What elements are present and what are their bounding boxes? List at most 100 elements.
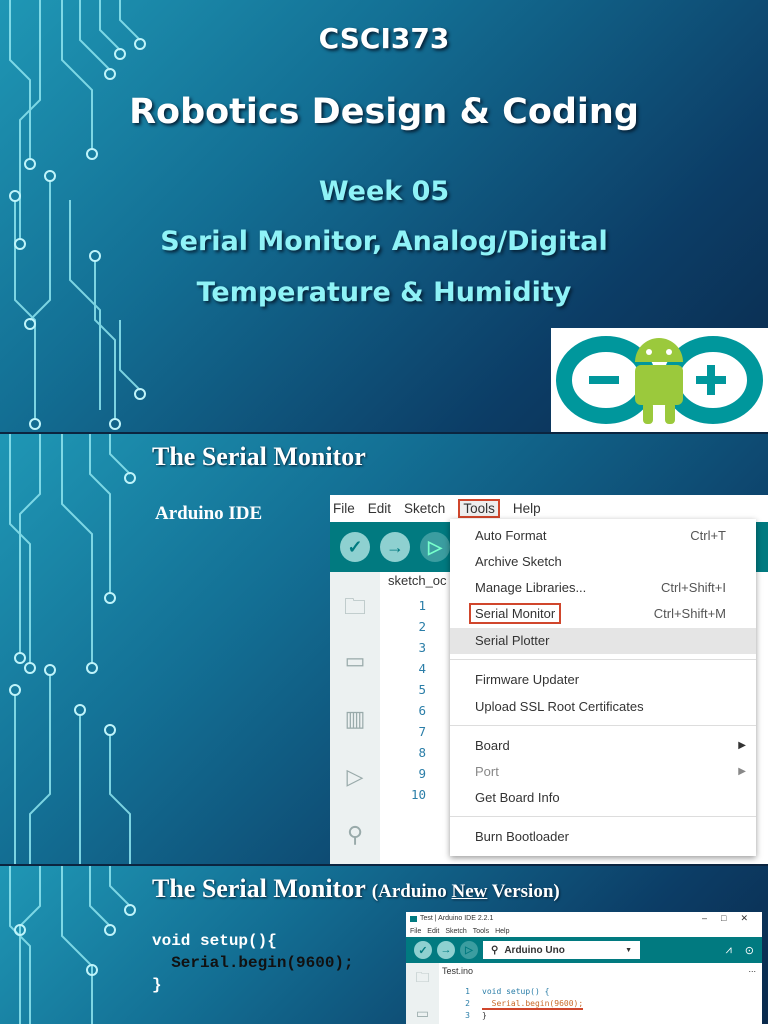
folder-icon[interactable]: 🗀 — [330, 590, 380, 630]
boards-icon[interactable]: ▭ — [330, 648, 380, 688]
menu-tools[interactable]: Tools — [473, 928, 489, 935]
title-slide: CSCI373 Robotics Design & Coding Week 05… — [0, 0, 768, 432]
verify-button[interactable]: ✓ — [340, 532, 370, 562]
menu-item-archive-sketch[interactable]: Archive Sketch — [450, 549, 756, 575]
menu-item-label: Auto Format — [475, 528, 547, 543]
shortcut: Ctrl+T — [690, 528, 726, 543]
menu-item-port[interactable]: Port ▶ — [450, 759, 756, 785]
menu-separator — [450, 725, 756, 726]
circuit-traces-decoration — [9, 434, 136, 864]
circuit-traces-decoration — [9, 866, 136, 1024]
arduino-ide-label: Arduino IDE — [155, 503, 263, 524]
arduino-android-logo — [551, 328, 768, 432]
tools-dropdown-menu: Auto Format Ctrl+T Archive Sketch Manage … — [450, 519, 756, 856]
menu-item-label: Firmware Updater — [475, 672, 580, 687]
submenu-arrow-icon: ▶ — [738, 766, 746, 777]
course-title: Robotics Design & Coding — [129, 92, 639, 132]
code-line: 2 Serial.begin(9600); — [465, 999, 584, 1010]
title-pre: (Arduino — [371, 881, 452, 902]
window-title: Test | Arduino IDE 2.2.1 — [420, 915, 494, 922]
debug-button[interactable]: ▷ — [460, 941, 478, 959]
menu-separator — [450, 816, 756, 817]
code-line: 1 void setup() { — [465, 987, 550, 996]
code-sample: void setup(){ Serial.begin(9600);} — [152, 930, 354, 996]
menu-item-serial-plotter[interactable]: Serial Plotter — [450, 628, 756, 654]
sketch-tab[interactable]: sketch_oc — [388, 573, 447, 588]
title-post: Version) — [487, 881, 560, 902]
submenu-arrow-icon: ▶ — [738, 740, 746, 751]
menu-separator — [450, 659, 756, 660]
board-name: Arduino Uno — [504, 944, 565, 956]
toolbar: ✓ → ▷ ⚲ Arduino Uno ▼ ⩘ ⊙ — [406, 937, 762, 963]
course-code: CSCI373 — [318, 22, 450, 55]
title-suffix: (Arduino New Version) — [372, 881, 560, 902]
library-icon[interactable]: ▥ — [330, 706, 380, 746]
more-options-button[interactable]: ... — [748, 964, 756, 974]
file-tab[interactable]: Test.ino — [442, 966, 473, 976]
subtitle-line-2: Temperature & Humidity — [196, 277, 572, 308]
menu-item-label: Serial Monitor — [469, 603, 562, 624]
menu-sketch[interactable]: Sketch — [445, 928, 466, 935]
menu-item-label: Port — [475, 764, 499, 779]
chevron-down-icon: ▼ — [625, 946, 632, 954]
menu-item-board[interactable]: Board ▶ — [450, 733, 756, 759]
menu-item-label: Manage Libraries... — [475, 580, 587, 595]
menu-bar: File Edit Sketch Tools Help — [406, 925, 762, 937]
menu-item-serial-monitor[interactable]: Serial Monitor Ctrl+Shift+M — [450, 601, 756, 627]
slide-title: The Serial Monitor (Arduino New Version) — [152, 874, 560, 904]
code-line: Serial.begin(9600); — [152, 954, 354, 972]
sidebar: 🗀 ▭ — [406, 963, 439, 1024]
menu-bar: File Edit Sketch Tools Help — [330, 495, 768, 522]
shortcut: Ctrl+Shift+M — [653, 606, 726, 621]
menu-item-label: Burn Bootloader — [475, 829, 569, 844]
menu-tools[interactable]: Tools — [458, 499, 500, 518]
menu-item-label: Upload SSL Root Certificates — [475, 699, 644, 714]
menu-item-label: Get Board Info — [475, 790, 560, 805]
search-icon[interactable]: ⚲ — [330, 822, 380, 862]
menu-sketch[interactable]: Sketch — [404, 501, 445, 516]
board-selector[interactable]: ⚲ Arduino Uno ▼ — [483, 941, 640, 959]
menu-edit[interactable]: Edit — [368, 501, 391, 516]
slide-title: The Serial Monitor — [152, 442, 366, 471]
upload-button[interactable]: → — [437, 941, 455, 959]
menu-help[interactable]: Help — [495, 928, 509, 935]
title-main: The Serial Monitor — [152, 874, 366, 903]
shortcut: Ctrl+Shift+I — [660, 580, 726, 595]
menu-item-get-board-info[interactable]: Get Board Info — [450, 785, 756, 811]
code-line: void setup(){ — [152, 932, 277, 950]
serial-plotter-icon[interactable]: ⩘ — [726, 944, 732, 957]
menu-item-upload-ssl[interactable]: Upload SSL Root Certificates — [450, 694, 756, 720]
title-new: New — [451, 881, 488, 902]
menu-item-firmware-updater[interactable]: Firmware Updater — [450, 667, 756, 693]
menu-item-label: Board — [475, 738, 510, 753]
line-numbers: 1 2 3 4 5 6 7 8 9 10 — [410, 598, 426, 802]
menu-edit[interactable]: Edit — [427, 928, 439, 935]
menu-file[interactable]: File — [333, 501, 355, 516]
arduino-ide-2-screenshot: Test | Arduino IDE 2.2.1 –□✕ File Edit Ske… — [406, 912, 762, 1024]
upload-button[interactable]: → — [380, 532, 410, 562]
menu-item-auto-format[interactable]: Auto Format Ctrl+T — [450, 523, 756, 549]
boards-icon[interactable]: ▭ — [406, 1005, 439, 1022]
menu-item-burn-bootloader[interactable]: Burn Bootloader — [450, 824, 756, 850]
menu-help[interactable]: Help — [513, 501, 541, 516]
menu-item-manage-libraries[interactable]: Manage Libraries... Ctrl+Shift+I — [450, 575, 756, 601]
week-label: Week 05 — [318, 176, 450, 207]
menu-item-label: Serial Plotter — [475, 633, 550, 648]
app-icon — [410, 915, 417, 922]
window-controls[interactable]: –□✕ — [702, 913, 762, 924]
usb-icon: ⚲ — [491, 944, 499, 956]
verify-button[interactable]: ✓ — [414, 941, 432, 959]
code-line: } — [152, 976, 162, 994]
title-bar: Test | Arduino IDE 2.2.1 –□✕ — [406, 912, 762, 925]
code-line: 3} — [465, 1011, 487, 1020]
subtitle-line-1: Serial Monitor, Analog/Digital — [160, 226, 608, 257]
sidebar: 🗀 ▭ ▥ ▷ ⚲ — [330, 572, 380, 864]
debug-icon[interactable]: ▷ — [330, 764, 380, 804]
serial-monitor-icon[interactable]: ⊙ — [745, 944, 754, 957]
debug-button[interactable]: ▷ — [420, 532, 450, 562]
folder-icon[interactable]: 🗀 — [406, 967, 439, 991]
circuit-traces-decoration — [9, 0, 146, 430]
menu-file[interactable]: File — [410, 928, 421, 935]
code-editor[interactable]: 1 void setup() { 2 Serial.begin(9600); 3} — [446, 986, 584, 1022]
menu-item-label: Archive Sketch — [475, 554, 562, 569]
